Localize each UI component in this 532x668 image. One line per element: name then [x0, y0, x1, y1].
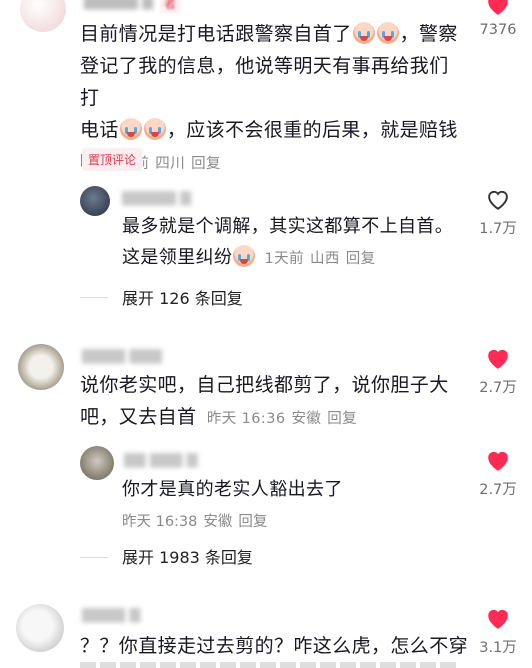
- reply-username[interactable]: ▇▇▇▇▇ ▇: [122, 190, 212, 206]
- like-count: 7376: [479, 22, 517, 38]
- reply-button[interactable]: 回复: [346, 251, 376, 267]
- like-count: 2.7万: [479, 380, 517, 396]
- username[interactable]: ▇▇▇▇ ▇: [82, 607, 162, 623]
- crying-emoji-icon: [143, 118, 166, 140]
- crying-emoji-icon: [376, 22, 399, 44]
- comment-location: 安徽: [291, 411, 322, 427]
- expand-divider: [80, 297, 108, 298]
- reply-meta: 昨天 16:38 安徽 回复: [122, 510, 273, 531]
- reply-time: 昨天 16:38: [122, 514, 198, 530]
- heart-outline-icon[interactable]: [468, 187, 528, 211]
- expand-divider: [80, 557, 108, 558]
- heart-filled-icon[interactable]: [468, 346, 528, 370]
- username[interactable]: ▇▇▇▇ ▇▇▇: [82, 348, 182, 364]
- avatar[interactable]: [20, 0, 66, 32]
- crying-emoji-icon: [352, 22, 375, 44]
- reply-avatar[interactable]: [80, 446, 114, 480]
- reply-button[interactable]: 回复: [191, 156, 221, 172]
- pinned-comment-tag: 置顶评论: [82, 148, 143, 171]
- expand-replies-button[interactable]: 展开 1983 条回复: [122, 544, 253, 568]
- comment-time: 昨天 16:36: [206, 411, 286, 427]
- heart-filled-icon[interactable]: [468, 448, 528, 472]
- reply-time: 1天前: [264, 251, 304, 267]
- reply-text: 你才是真的老实人豁出去了: [122, 479, 343, 500]
- reply-avatar[interactable]: [80, 186, 110, 216]
- avatar[interactable]: [16, 604, 64, 652]
- comment-text: ？？你直接走过去剪的？咋这么虎，怎么不穿: [80, 635, 469, 657]
- reply-meta: 1天前 山西 回复: [265, 251, 382, 267]
- reply-location: 山西: [309, 251, 340, 267]
- comment-text-cutoff: [80, 662, 460, 668]
- expand-replies-button[interactable]: 展开 126 条回复: [122, 285, 243, 309]
- like-count: 3.1万: [479, 640, 517, 656]
- comment-text: 说你老实吧，自己把线都剪了，说你胆子大 吧，又去自首 昨天 16:36 安徽 回复: [80, 374, 449, 428]
- heart-filled-icon[interactable]: [468, 0, 528, 16]
- reply-button[interactable]: 回复: [327, 411, 357, 427]
- comment-meta: 昨天 16:36 安徽 回复: [207, 411, 363, 427]
- reply-button[interactable]: 回复: [238, 514, 267, 530]
- like-button[interactable]: 7376: [468, 0, 528, 38]
- crying-emoji-icon: [119, 118, 142, 140]
- heart-filled-icon[interactable]: [468, 606, 528, 630]
- reply-location: 安徽: [203, 514, 233, 530]
- like-button[interactable]: 2.7万: [468, 346, 528, 397]
- author-tag: 者: [160, 0, 181, 13]
- like-button[interactable]: 3.1万: [468, 606, 528, 657]
- crying-emoji-icon: [233, 245, 256, 267]
- like-count: 1.7万: [479, 221, 517, 237]
- reply-username[interactable]: ▇▇ ▇▇▇ ▇: [124, 452, 214, 468]
- avatar[interactable]: [18, 344, 64, 390]
- like-button[interactable]: 2.7万: [468, 448, 528, 499]
- reply-text: 最多就是个调解，其实这都算不上自首。 这是领里纠纷 1天前 山西 回复: [122, 216, 454, 268]
- comment-location: 四川: [155, 156, 186, 172]
- like-button[interactable]: 1.7万: [468, 187, 528, 238]
- like-count: 2.7万: [479, 482, 517, 498]
